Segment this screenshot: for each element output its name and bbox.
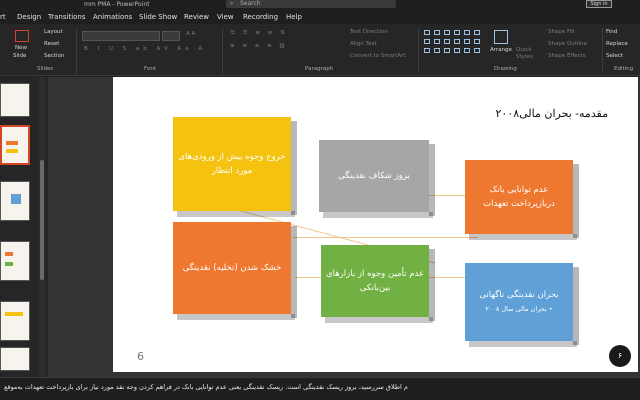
title-bar: mm PMA - PowerPoint ⌕ Search Sign in — [0, 0, 640, 10]
search-placeholder: Search — [240, 0, 261, 7]
font-group-label: Font — [144, 66, 156, 72]
ribbon-tabs: rt Design Transitions Animations Slide S… — [0, 10, 640, 24]
powerpoint-window: mm PMA - PowerPoint ⌕ Search Sign in rt … — [0, 0, 640, 400]
tab-review[interactable]: Review — [184, 12, 209, 22]
paragraph-group-label: Paragraph — [305, 66, 334, 72]
align-text-button[interactable]: Align Text — [350, 41, 377, 47]
ribbon: New Slide Layout Reset Section Slides A … — [0, 24, 640, 76]
thumb-shape — [5, 262, 13, 266]
font-format-icons[interactable]: B I U S ab AV Aa A — [84, 46, 206, 52]
block-no-interbank-funding[interactable]: عدم تأمین وجوه از بازارهای بین‌بانکی — [321, 245, 435, 323]
thumb-shape — [11, 194, 21, 204]
slide-title[interactable]: مقدمه- بحران مالی۲۰۰۸ — [496, 107, 609, 120]
find-button[interactable]: Find — [606, 29, 617, 35]
search-box[interactable]: ⌕ Search — [226, 0, 396, 8]
block-liquidity-drying[interactable]: خشک شدن (تخلیه) نقدینگی — [173, 222, 297, 320]
slide-thumbnail[interactable] — [0, 241, 30, 281]
slide-number-badge: ۶ — [609, 345, 631, 367]
align-icons[interactable]: ≡ ≡ ≡ ≡ ▥ — [230, 43, 288, 49]
block-heading: بحران نقدینگی ناگهانی — [479, 290, 559, 300]
connector-line — [293, 237, 478, 238]
editing-group-label: Editing — [614, 66, 634, 72]
block-sudden-liquidity-crisis[interactable]: بحران نقدینگی ناگهانی • بحران مالی سال ۲… — [465, 263, 579, 347]
replace-button[interactable]: Replace — [606, 41, 628, 47]
layout-button[interactable]: Layout — [44, 29, 63, 35]
tab-recording[interactable]: Recording — [243, 12, 278, 22]
slide-thumbnail[interactable] — [0, 83, 30, 117]
slide-thumbnail[interactable] — [0, 347, 30, 371]
separator — [602, 28, 603, 74]
shape-effects-button[interactable]: Shape Effects — [548, 53, 586, 59]
bullet-text: بحران مالی سال ۲۰۰۸ — [485, 305, 547, 313]
thumb-shape — [5, 252, 13, 256]
quick-styles-button-2[interactable]: Styles — [516, 54, 533, 60]
block-bullet: • بحران مالی سال ۲۰۰۸ — [485, 305, 553, 313]
thumb-shape — [6, 149, 18, 153]
slide-thumbnail[interactable] — [0, 301, 30, 341]
tab-slide-show[interactable]: Slide Show — [139, 12, 177, 22]
convert-smartart-button[interactable]: Convert to SmartArt — [350, 53, 406, 59]
separator — [76, 28, 77, 74]
new-slide-icon[interactable] — [15, 30, 29, 42]
reset-button[interactable]: Reset — [44, 41, 59, 47]
text-direction-button[interactable]: Text Direction — [350, 29, 388, 35]
slide-thumbnail[interactable] — [0, 181, 30, 221]
font-name-field[interactable] — [82, 31, 160, 41]
select-button[interactable]: Select — [606, 53, 623, 59]
tab-transitions[interactable]: Transitions — [48, 12, 86, 22]
separator — [222, 28, 223, 74]
arrange-icon[interactable] — [494, 30, 508, 44]
tab-design[interactable]: Design — [17, 12, 41, 22]
slide-number: 6 — [137, 350, 144, 363]
speaker-notes-pane[interactable]: م اطلاق سررسید، بروز ریسک نقدینگی است. ر… — [0, 377, 640, 400]
tab-view[interactable]: View — [217, 12, 234, 22]
thumbnail-scrollbar-thumb[interactable] — [40, 160, 44, 280]
list-icons[interactable]: ☰ ☰ ≡ ≡ ⇅ — [230, 30, 288, 36]
new-slide-label-2[interactable]: Slide — [13, 53, 26, 59]
sign-in-button[interactable]: Sign in — [586, 0, 612, 8]
separator — [418, 28, 419, 74]
drawing-group-label: Drawing — [494, 66, 517, 72]
block-bank-inability[interactable]: عدم توانایی بانک دربازپرداخت تعهدات — [465, 160, 579, 240]
speaker-notes-text[interactable]: م اطلاق سررسید، بروز ریسک نقدینگی است. ر… — [0, 383, 640, 391]
shape-outline-button[interactable]: Shape Outline — [548, 41, 587, 47]
search-icon: ⌕ — [230, 0, 234, 7]
quick-styles-button[interactable]: Quick — [516, 47, 532, 53]
block-outflow[interactable]: خروج وجوه بیش از ورودی‌های مورد انتظار — [173, 117, 297, 217]
tab-animations[interactable]: Animations — [93, 12, 132, 22]
tab-insert[interactable]: rt — [0, 12, 6, 22]
slide-thumbnail-selected[interactable] — [0, 125, 30, 165]
new-slide-label[interactable]: New — [15, 45, 27, 51]
slides-group-label: Slides — [37, 66, 54, 72]
shape-fill-button[interactable]: Shape Fill — [548, 29, 574, 35]
section-button[interactable]: Section — [44, 53, 64, 59]
window-title: mm PMA - PowerPoint — [84, 1, 150, 8]
slide-canvas[interactable]: مقدمه- بحران مالی۲۰۰۸ خروج وجوه بیش از و… — [113, 77, 638, 372]
block-liquidity-gap[interactable]: بروز شکاف نقدینگی — [319, 140, 435, 218]
font-grow-shrink-icons[interactable]: A A — [186, 31, 195, 37]
font-size-field[interactable] — [162, 31, 180, 41]
thumb-shape — [6, 141, 18, 145]
thumb-shape — [5, 312, 23, 316]
arrange-button[interactable]: Arrange — [490, 47, 512, 53]
tab-help[interactable]: Help — [286, 12, 302, 22]
